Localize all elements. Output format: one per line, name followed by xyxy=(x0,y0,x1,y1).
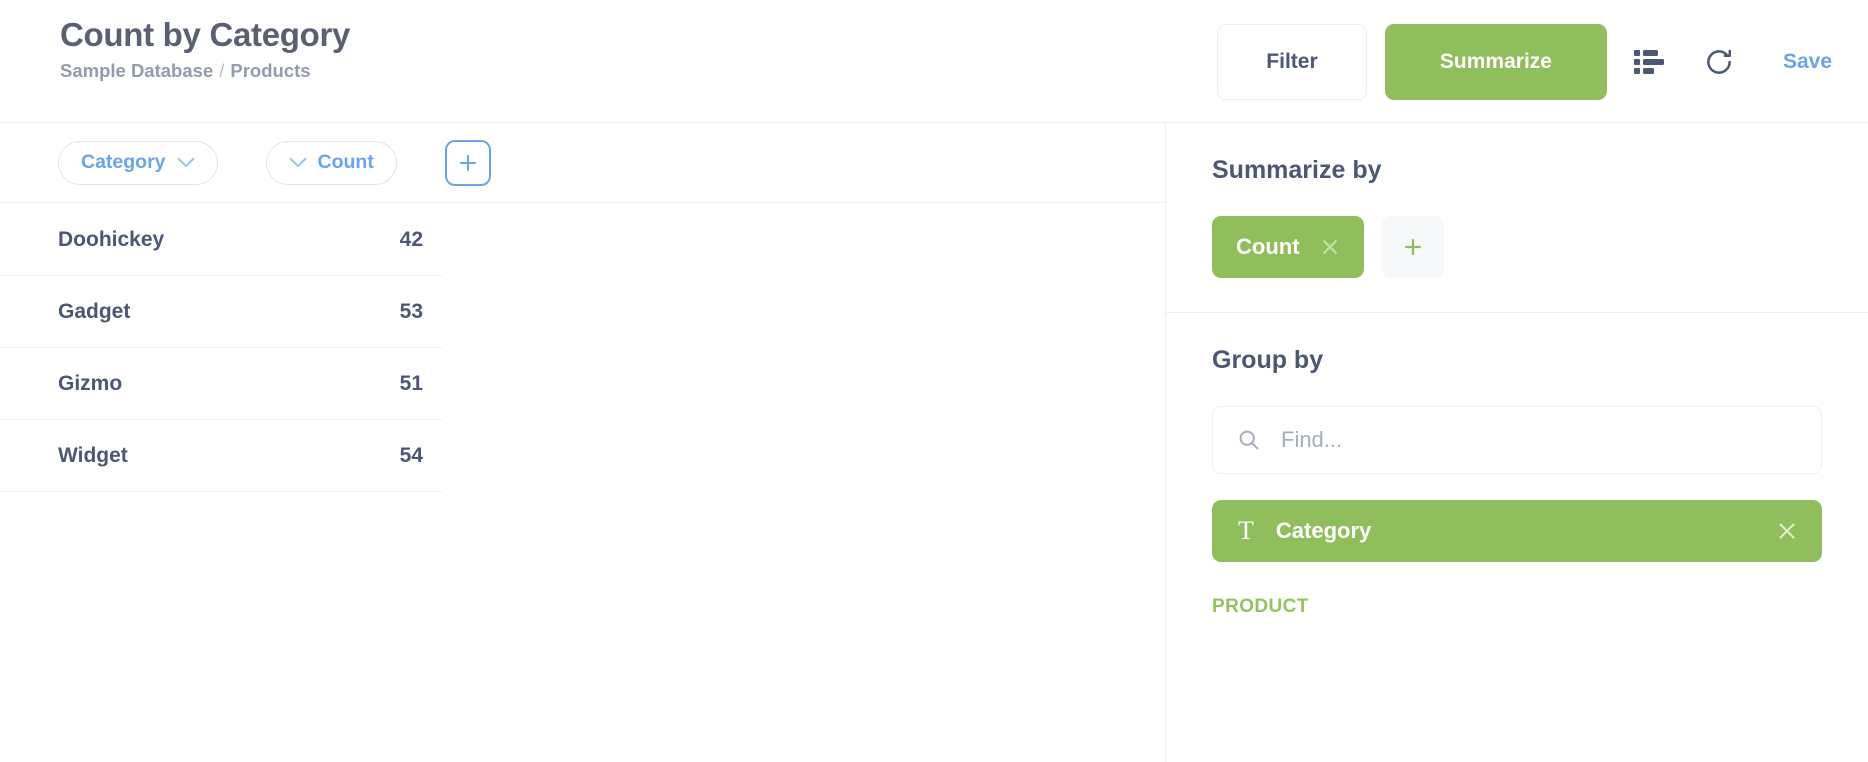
aggregation-row: Count xyxy=(1212,216,1822,278)
table-cell-count: 53 xyxy=(399,299,423,323)
table-row[interactable]: Gizmo 51 xyxy=(0,348,443,420)
table-cell-category: Gizmo xyxy=(58,371,123,395)
close-icon[interactable] xyxy=(1776,520,1798,542)
table-cell-category: Gadget xyxy=(58,299,131,323)
bar-chart-icon xyxy=(1633,49,1664,75)
results-table: Doohickey 42 Gadget 53 Gizmo 51 Widget 5… xyxy=(0,204,443,492)
table-cell-category: Doohickey xyxy=(58,227,165,251)
aggregation-chip-count[interactable]: Count xyxy=(1212,216,1364,278)
group-by-section: Group by T Category PRODUCT xyxy=(1166,313,1868,618)
summarize-by-section: Summarize by Count xyxy=(1166,123,1868,313)
page-title: Count by Category xyxy=(60,16,351,53)
close-icon[interactable] xyxy=(1320,237,1340,257)
query-builder-bar: Category Count xyxy=(0,123,1165,203)
plus-icon xyxy=(457,152,479,174)
aggregation-chip-label: Count xyxy=(1236,234,1300,259)
title-block: Count by Category Sample Database / Produc… xyxy=(60,14,350,82)
group-by-field-category[interactable]: T Category xyxy=(1212,500,1822,562)
refresh-button[interactable] xyxy=(1691,34,1747,90)
table-cell-count: 54 xyxy=(399,443,423,467)
query-chip-category[interactable]: Category xyxy=(58,140,218,185)
table-row[interactable]: Widget 54 xyxy=(0,420,443,492)
group-by-search[interactable] xyxy=(1212,406,1822,474)
table-cell-count: 42 xyxy=(399,227,423,251)
search-input[interactable] xyxy=(1281,427,1797,453)
refresh-icon xyxy=(1704,47,1734,77)
breadcrumb-table[interactable]: Products xyxy=(230,60,310,81)
add-query-step-button[interactable] xyxy=(444,139,491,186)
table-row[interactable]: Doohickey 42 xyxy=(0,204,443,276)
query-chip-count-label: Count xyxy=(317,151,374,173)
chevron-down-icon xyxy=(176,157,195,168)
plus-icon xyxy=(1401,235,1425,259)
group-by-heading: Group by xyxy=(1212,346,1324,374)
search-icon xyxy=(1237,428,1261,452)
query-chip-count[interactable]: Count xyxy=(265,140,397,185)
summarize-button[interactable]: Summarize xyxy=(1384,23,1607,100)
header-actions: Filter Summarize Save xyxy=(1216,0,1840,123)
text-type-icon: T xyxy=(1238,516,1254,545)
group-by-field-label: Category xyxy=(1275,518,1372,543)
add-aggregation-button[interactable] xyxy=(1381,216,1444,278)
chevron-down-icon xyxy=(288,157,307,168)
breadcrumb-database[interactable]: Sample Database xyxy=(60,60,213,81)
table-cell-category: Widget xyxy=(58,443,128,467)
save-button[interactable]: Save xyxy=(1783,50,1832,74)
summarize-sidebar: Summarize by Count Group by T xyxy=(1165,123,1868,762)
visualization-button[interactable] xyxy=(1621,34,1677,90)
table-cell-count: 51 xyxy=(399,371,423,395)
group-by-table-label: PRODUCT xyxy=(1212,596,1309,617)
filter-button[interactable]: Filter xyxy=(1216,23,1367,100)
table-row[interactable]: Gadget 53 xyxy=(0,276,443,348)
query-chip-category-label: Category xyxy=(81,151,166,173)
breadcrumb-separator: / xyxy=(219,60,225,82)
breadcrumb: Sample Database / Products xyxy=(60,60,350,82)
summarize-by-heading: Summarize by xyxy=(1212,156,1382,184)
app-header: Count by Category Sample Database / Produc… xyxy=(0,0,1868,123)
